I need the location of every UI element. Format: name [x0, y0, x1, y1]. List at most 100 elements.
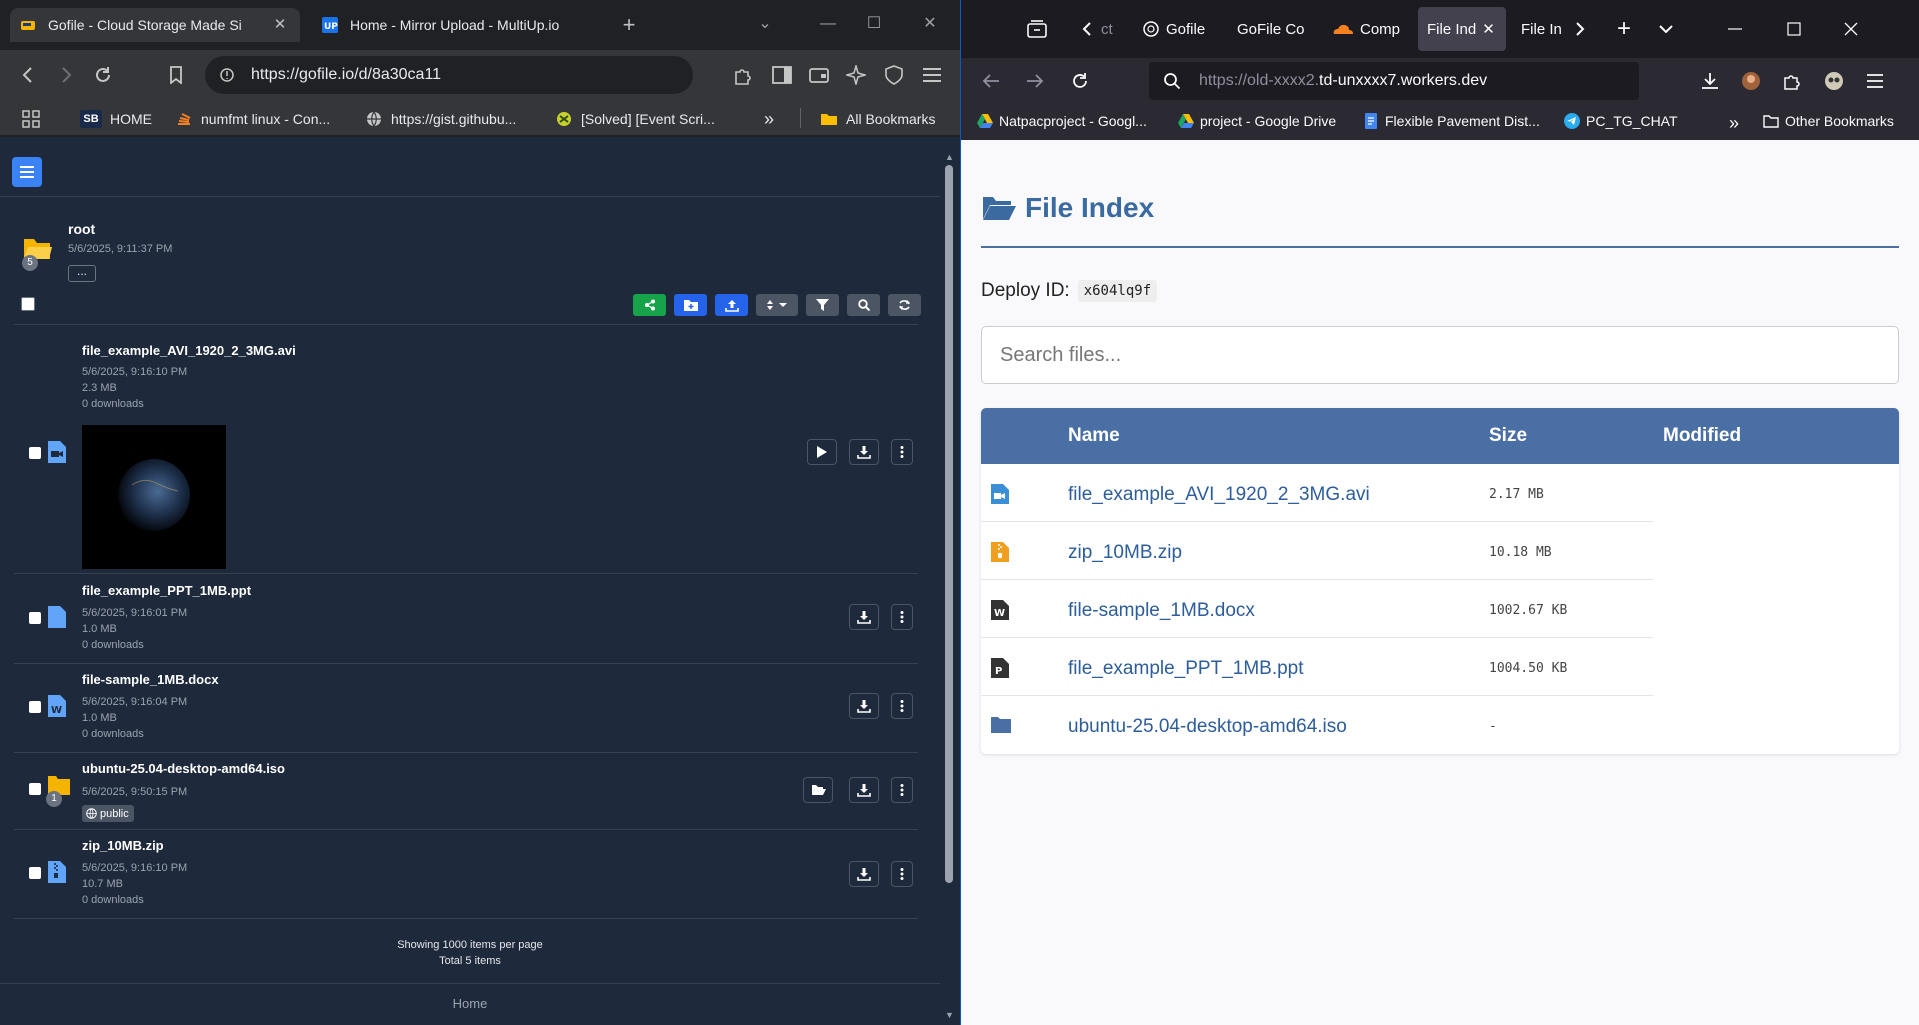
download-button[interactable]: [849, 439, 879, 465]
address-bar[interactable]: https://gofile.io/d/8a30ca11: [205, 56, 693, 94]
download-button[interactable]: [849, 604, 879, 630]
file-checkbox[interactable]: [29, 701, 41, 713]
search-files-input[interactable]: [981, 326, 1899, 384]
table-row[interactable]: P file_example_PPT_1MB.ppt 1004.50 KB: [981, 638, 1653, 696]
maximize-button[interactable]: ☐: [862, 12, 886, 36]
back-arrow-icon[interactable]: [14, 61, 42, 89]
select-all-checkbox[interactable]: [21, 297, 35, 311]
file-name[interactable]: file_example_PPT_1MB.ppt: [82, 583, 251, 598]
bookmark-home[interactable]: SB HOME: [80, 108, 152, 130]
more-options-button[interactable]: [891, 861, 913, 887]
menu-hamburger-icon[interactable]: [918, 61, 946, 89]
extension-avatar-icon[interactable]: [1737, 67, 1765, 95]
tab-partial[interactable]: ct: [1101, 7, 1135, 51]
bookmark-pc-tg-chat[interactable]: PC_TG_CHAT: [1564, 113, 1678, 129]
tab-gofile-code[interactable]: GoFile Co: [1237, 7, 1311, 51]
download-button[interactable]: [849, 777, 879, 803]
download-button[interactable]: [849, 861, 879, 887]
more-options-button[interactable]: [891, 777, 913, 803]
shield-icon[interactable]: [880, 61, 908, 89]
site-info-icon[interactable]: [219, 67, 235, 83]
new-tab-button[interactable]: +: [1610, 15, 1638, 43]
list-tabs-chevron-icon[interactable]: [1652, 15, 1680, 43]
table-row[interactable]: file_example_AVI_1920_2_3MG.avi 2.17 MB: [981, 464, 1653, 522]
file-checkbox[interactable]: [29, 612, 41, 624]
address-bar[interactable]: https://old-xxxx2. td-unxxxx7.workers.dev: [1149, 62, 1639, 100]
open-folder-button[interactable]: [803, 777, 833, 803]
tab-file-index-active[interactable]: File Ind ✕: [1418, 7, 1506, 51]
home-link[interactable]: Home: [0, 983, 940, 1023]
play-button[interactable]: [807, 439, 837, 465]
apps-grid-icon[interactable]: [22, 108, 40, 130]
table-row[interactable]: W file-sample_1MB.docx 1002.67 KB: [981, 580, 1653, 638]
tab-multiup[interactable]: UP Home - Mirror Upload - MultiUp.io: [312, 8, 602, 42]
file-checkbox[interactable]: [29, 783, 41, 795]
bookmark-project-drive[interactable]: project - Google Drive: [1178, 113, 1336, 129]
upload-button[interactable]: [715, 294, 748, 316]
file-link[interactable]: file_example_PPT_1MB.ppt: [1068, 658, 1304, 680]
bookmark-all-bookmarks[interactable]: All Bookmarks: [820, 108, 935, 130]
menu-hamburger-icon[interactable]: [1861, 67, 1889, 95]
bookmark-star-icon[interactable]: [162, 61, 190, 89]
tab-search-chevron-icon[interactable]: ⌄: [753, 12, 777, 36]
extensions-puzzle-icon[interactable]: [1778, 67, 1806, 95]
file-checkbox[interactable]: [29, 867, 41, 879]
close-tab-icon[interactable]: ✕: [1482, 20, 1495, 38]
forward-arrow-icon[interactable]: [1021, 67, 1049, 95]
file-name[interactable]: ubuntu-25.04-desktop-amd64.iso: [82, 761, 285, 776]
bookmark-numfmt[interactable]: numfmt linux - Con...: [175, 108, 330, 130]
bookmark-solved[interactable]: [Solved] [Event Scri...: [555, 108, 715, 130]
file-link[interactable]: file_example_AVI_1920_2_3MG.avi: [1068, 484, 1370, 506]
more-options-button[interactable]: [891, 693, 913, 719]
ai-sparkle-icon[interactable]: [842, 61, 870, 89]
more-options-button[interactable]: [891, 439, 913, 465]
more-bookmarks-chevron-icon[interactable]: »: [1729, 113, 1739, 134]
maximize-button[interactable]: [1780, 15, 1808, 43]
account-avatar-icon[interactable]: [1820, 67, 1848, 95]
minimize-button[interactable]: —: [816, 12, 840, 36]
reload-icon[interactable]: [1066, 67, 1094, 95]
wallet-icon[interactable]: [805, 61, 833, 89]
scroll-up-icon[interactable]: ▲: [945, 153, 954, 162]
filter-button[interactable]: [806, 294, 839, 316]
refresh-button[interactable]: [888, 294, 921, 316]
sidebar-menu-button[interactable]: [12, 157, 42, 187]
table-row[interactable]: ubuntu-25.04-desktop-amd64.iso -: [981, 696, 1653, 754]
sort-dropdown-button[interactable]: [756, 294, 798, 316]
column-header-modified[interactable]: Modified: [1663, 425, 1741, 447]
close-tab-icon[interactable]: ✕: [270, 15, 290, 35]
download-button[interactable]: [849, 693, 879, 719]
bookmark-natpac[interactable]: Natpacproject - Googl...: [977, 113, 1147, 129]
tab-file-index[interactable]: File In: [1521, 7, 1563, 51]
file-link[interactable]: zip_10MB.zip: [1068, 542, 1182, 564]
create-folder-button[interactable]: [674, 294, 707, 316]
page-scrollbar[interactable]: ▲ ▼: [942, 151, 956, 1021]
bookmark-gist[interactable]: https://gist.githubu...: [365, 108, 516, 130]
minimize-button[interactable]: [1721, 15, 1749, 43]
side-panel-icon[interactable]: [768, 61, 796, 89]
forward-arrow-icon[interactable]: [52, 61, 80, 89]
bookmark-flexible-pavement[interactable]: Flexible Pavement Dist...: [1363, 113, 1540, 129]
scrollbar-thumb[interactable]: [945, 165, 953, 883]
extensions-puzzle-icon[interactable]: [729, 61, 757, 89]
more-options-button[interactable]: [891, 604, 913, 630]
scroll-down-icon[interactable]: ▼: [945, 1011, 954, 1020]
file-checkbox[interactable]: [29, 447, 41, 459]
scroll-tabs-right-icon[interactable]: [1566, 15, 1594, 43]
column-header-size[interactable]: Size: [1489, 425, 1527, 447]
tab-groups-icon[interactable]: [1023, 15, 1051, 43]
tab-gofile[interactable]: Gofile - Cloud Storage Made Si ✕: [10, 8, 300, 42]
file-name[interactable]: file_example_AVI_1920_2_3MG.avi: [82, 343, 296, 358]
new-tab-button[interactable]: +: [616, 12, 642, 38]
search-button[interactable]: [847, 294, 880, 316]
video-thumbnail[interactable]: [82, 425, 226, 569]
file-link[interactable]: file-sample_1MB.docx: [1068, 600, 1255, 622]
bookmark-other[interactable]: Other Bookmarks: [1763, 113, 1894, 129]
close-window-button[interactable]: ✕: [918, 12, 942, 36]
root-more-button[interactable]: ...: [68, 265, 96, 282]
reload-icon[interactable]: [89, 61, 117, 89]
tab-cloudflare[interactable]: Comp: [1332, 7, 1422, 51]
share-button[interactable]: [633, 294, 666, 316]
back-arrow-icon[interactable]: [977, 67, 1005, 95]
downloads-icon[interactable]: [1696, 67, 1724, 95]
